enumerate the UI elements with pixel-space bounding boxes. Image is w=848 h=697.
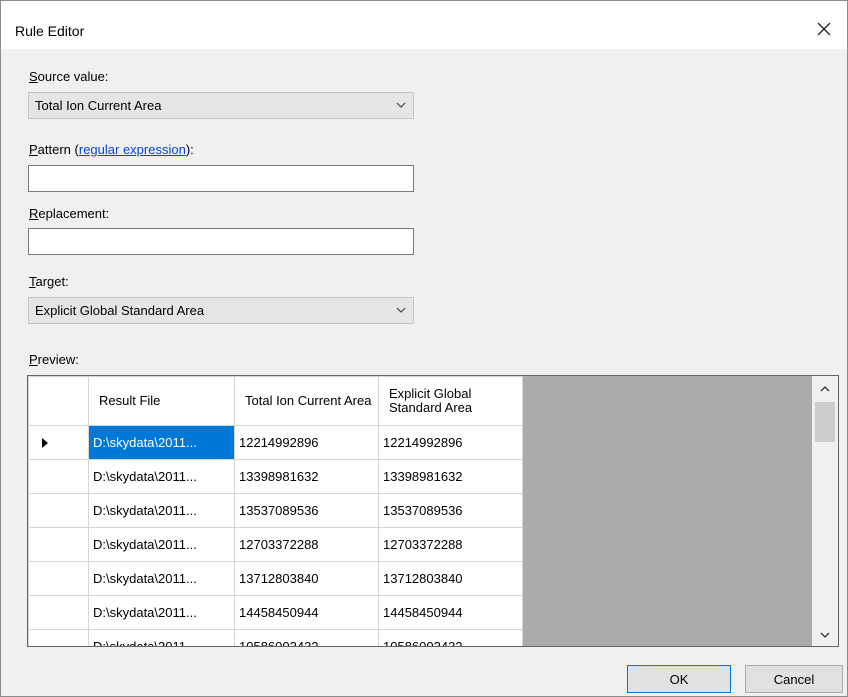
table-row[interactable]: D:\skydata\2011... 13537089536 135370895… xyxy=(28,493,523,528)
chevron-down-icon xyxy=(396,307,406,313)
scroll-up-button[interactable] xyxy=(812,378,838,400)
row-pointer-icon xyxy=(42,437,48,448)
target-label: Target: xyxy=(29,274,69,289)
table-row[interactable]: D:\skydata\2011... 12703372288 127033722… xyxy=(28,527,523,562)
explicit-global-standard-cell[interactable]: 14458450944 xyxy=(378,595,523,630)
table-row[interactable]: D:\skydata\2011... 12214992896 122149928… xyxy=(28,425,523,460)
total-ion-current-cell[interactable]: 10586002432 xyxy=(234,629,379,646)
preview-label: Preview: xyxy=(29,352,79,367)
column-header-explicit-global-standard-area[interactable]: Explicit Global Standard Area xyxy=(378,376,523,426)
table-row[interactable]: D:\skydata\2011... 13712803840 137128038… xyxy=(28,561,523,596)
column-header-result-file[interactable]: Result File xyxy=(88,376,235,426)
explicit-global-standard-cell[interactable]: 12703372288 xyxy=(378,527,523,562)
row-header[interactable] xyxy=(28,561,89,596)
result-file-cell[interactable]: D:\skydata\2011... xyxy=(88,527,235,562)
column-header-total-ion-current-area[interactable]: Total Ion Current Area xyxy=(234,376,379,426)
source-value-label: Source value: xyxy=(29,69,109,84)
header-row: Result File Total Ion Current Area Expli… xyxy=(28,376,523,426)
explicit-global-standard-cell[interactable]: 13712803840 xyxy=(378,561,523,596)
explicit-global-standard-cell[interactable]: 13537089536 xyxy=(378,493,523,528)
row-header[interactable] xyxy=(28,425,89,460)
total-ion-current-cell[interactable]: 12214992896 xyxy=(234,425,379,460)
close-icon xyxy=(817,22,831,36)
preview-grid[interactable]: Result File Total Ion Current Area Expli… xyxy=(27,375,839,647)
result-file-cell[interactable]: D:\skydata\2011... xyxy=(88,459,235,494)
total-ion-current-cell[interactable]: 13398981632 xyxy=(234,459,379,494)
explicit-global-standard-cell[interactable]: 10586002432 xyxy=(378,629,523,646)
vertical-scrollbar[interactable] xyxy=(812,376,838,646)
replacement-input[interactable] xyxy=(28,228,414,255)
window-title: Rule Editor xyxy=(15,23,85,39)
row-header[interactable] xyxy=(28,629,89,646)
total-ion-current-cell[interactable]: 13537089536 xyxy=(234,493,379,528)
pattern-label: Pattern (regular expression): xyxy=(29,142,194,157)
explicit-global-standard-cell[interactable]: 13398981632 xyxy=(378,459,523,494)
ok-button[interactable]: OK xyxy=(627,665,731,693)
row-header[interactable] xyxy=(28,527,89,562)
source-value-selected: Total Ion Current Area xyxy=(35,98,162,113)
source-value-dropdown[interactable]: Total Ion Current Area xyxy=(28,92,414,119)
explicit-global-standard-cell[interactable]: 12214992896 xyxy=(378,425,523,460)
pattern-input[interactable] xyxy=(28,165,414,192)
cancel-button[interactable]: Cancel xyxy=(745,665,843,693)
table-row[interactable]: D:\skydata\2011... 13398981632 133989816… xyxy=(28,459,523,494)
result-file-cell[interactable]: D:\skydata\2011... xyxy=(88,561,235,596)
table-row[interactable]: D:\skydata\2011... 10586002432 105860024… xyxy=(28,629,523,646)
target-selected: Explicit Global Standard Area xyxy=(35,303,205,318)
row-header[interactable] xyxy=(28,459,89,494)
table-row[interactable]: D:\skydata\2011... 14458450944 144584509… xyxy=(28,595,523,630)
replacement-label: Replacement: xyxy=(29,206,110,221)
row-header[interactable] xyxy=(28,493,89,528)
rule-editor-dialog: Rule Editor Source value: Total Ion Curr… xyxy=(0,0,848,697)
target-dropdown[interactable]: Explicit Global Standard Area xyxy=(28,297,414,324)
row-header-corner xyxy=(28,376,89,426)
chevron-down-icon xyxy=(820,632,830,638)
result-file-cell[interactable]: D:\skydata\2011... xyxy=(88,629,235,646)
result-file-cell[interactable]: D:\skydata\2011... xyxy=(88,425,235,460)
total-ion-current-cell[interactable]: 12703372288 xyxy=(234,527,379,562)
regular-expression-link[interactable]: regular expression xyxy=(79,142,186,157)
title-bar: Rule Editor xyxy=(1,1,847,49)
scroll-down-button[interactable] xyxy=(812,624,838,646)
chevron-down-icon xyxy=(396,102,406,108)
result-file-cell[interactable]: D:\skydata\2011... xyxy=(88,595,235,630)
preview-table: Result File Total Ion Current Area Expli… xyxy=(28,376,523,646)
row-header[interactable] xyxy=(28,595,89,630)
scroll-thumb[interactable] xyxy=(815,402,835,442)
total-ion-current-cell[interactable]: 13712803840 xyxy=(234,561,379,596)
total-ion-current-cell[interactable]: 14458450944 xyxy=(234,595,379,630)
close-button[interactable] xyxy=(801,9,847,49)
result-file-cell[interactable]: D:\skydata\2011... xyxy=(88,493,235,528)
chevron-up-icon xyxy=(820,386,830,392)
